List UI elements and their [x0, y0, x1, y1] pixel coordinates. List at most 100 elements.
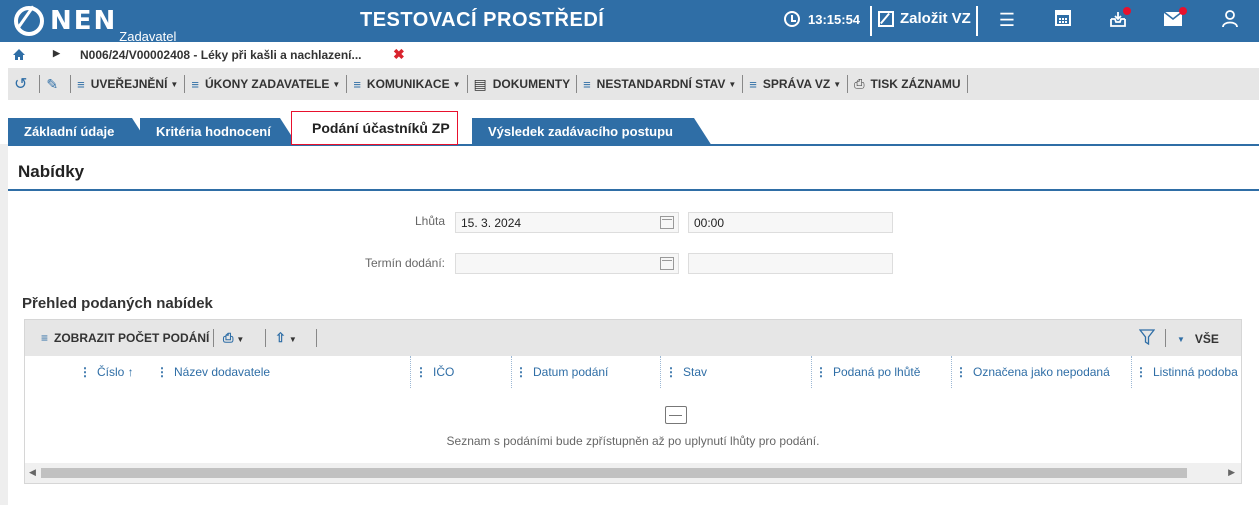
- column-header-status[interactable]: ⋮ Stav: [665, 365, 707, 379]
- tab-result[interactable]: Výsledek zadávacího postupu: [472, 118, 712, 146]
- toolbar-manage-vz-label: SPRÁVA VZ: [762, 77, 831, 91]
- column-divider[interactable]: [811, 356, 812, 388]
- document-icon: ▤: [473, 75, 487, 92]
- toolbar-nonstandard[interactable]: ≡ NESTANDARDNÍ STAV ▼: [577, 68, 742, 100]
- column-header-label: IČO: [433, 365, 455, 379]
- refresh-icon: ↺: [14, 76, 28, 93]
- delivery-label: Termín dodání:: [364, 256, 445, 270]
- column-header-ico[interactable]: ⋮ IČO: [415, 365, 454, 379]
- toolbar-actions[interactable]: ≡ ÚKONY ZADAVATELE ▼: [185, 68, 346, 100]
- toolbar-print-label: TISK ZÁZNAMU: [870, 77, 961, 91]
- list-icon: ≡: [77, 76, 85, 92]
- toolbar-actions-label: ÚKONY ZADAVATELE: [204, 77, 330, 91]
- deadline-date-value: 15. 3. 2024: [461, 216, 522, 230]
- clock-icon: [784, 11, 800, 27]
- pencil-icon: ✎: [46, 75, 59, 92]
- clock-time: 13:15:54: [808, 11, 861, 27]
- deadline-label: Lhůta: [414, 214, 445, 228]
- upload-icon: ⇧: [275, 330, 286, 345]
- header-divider: [976, 6, 978, 36]
- column-header-number[interactable]: ⋮ Číslo ↑: [79, 365, 134, 379]
- scroll-right-icon[interactable]: ▶: [1228, 467, 1235, 478]
- breadcrumb-current[interactable]: N006/24/V00002408 - Léky při kašli a nac…: [80, 48, 362, 62]
- submissions-grid: ≡ ZOBRAZIT POČET PODÁNÍ ⎙ ▼ ⇧ ▼ ▼ VŠE ⋮ Čís…: [24, 319, 1242, 484]
- column-header-date[interactable]: ⋮ Datum podání: [515, 365, 608, 379]
- column-divider[interactable]: [511, 356, 512, 388]
- tab-participant-submissions[interactable]: Podání účastníků ZP: [291, 111, 458, 145]
- close-icon[interactable]: ✖: [393, 46, 405, 63]
- column-header-label: Datum podání: [533, 365, 609, 379]
- notification-badge: [1123, 7, 1131, 15]
- caret-down-icon: ▼: [728, 79, 737, 89]
- notification-badge: [1179, 7, 1187, 15]
- list-icon: ≡: [41, 331, 49, 345]
- share-menu-button[interactable]: ⇧ ▼: [275, 330, 297, 346]
- mail-icon[interactable]: [1163, 7, 1187, 30]
- column-header-late[interactable]: ⋮ Podaná po lhůtě: [815, 365, 920, 379]
- top-bar: NEN Zadavatel TESTOVACÍ PROSTŘEDÍ 13:15:…: [0, 0, 1259, 44]
- home-icon[interactable]: [13, 49, 25, 60]
- deadline-date-field[interactable]: 15. 3. 2024: [455, 212, 679, 233]
- caret-down-icon: ▼: [288, 335, 297, 344]
- delivery-date-field[interactable]: [455, 253, 679, 274]
- user-icon[interactable]: [1220, 10, 1240, 30]
- show-count-button[interactable]: ≡ ZOBRAZIT POČET PODÁNÍ: [41, 331, 209, 345]
- column-divider[interactable]: [660, 356, 661, 388]
- tab-evaluation-criteria[interactable]: Kritéria hodnocení: [140, 118, 298, 146]
- menu-icon[interactable]: ☰: [997, 10, 1017, 30]
- toolbar-print[interactable]: ⎙ TISK ZÁZNAMU: [848, 68, 966, 100]
- refresh-button[interactable]: ↺: [8, 68, 39, 100]
- toolbar-communication[interactable]: ≡ KOMUNIKACE ▼: [347, 68, 466, 100]
- deadline-time-value: 00:00: [694, 216, 725, 230]
- deadline-time-field[interactable]: 00:00: [688, 212, 893, 233]
- column-divider[interactable]: [951, 356, 952, 388]
- column-header-paper-form[interactable]: ⋮ Listinná podoba: [1135, 365, 1241, 379]
- toolbar-communication-label: KOMUNIKACE: [366, 77, 450, 91]
- toolbar-separator: [213, 329, 214, 347]
- tab-bar: Základní údaje Kritéria hodnocení Výsled…: [8, 110, 1259, 146]
- export-menu-button[interactable]: ⎙ ▼: [223, 330, 244, 346]
- toolbar-separator: [316, 329, 317, 347]
- column-header-label: Stav: [683, 365, 708, 379]
- caret-down-icon: ▼: [452, 79, 461, 89]
- nen-logo[interactable]: NEN Zadavatel: [14, 6, 176, 44]
- list-icon: ≡: [353, 76, 361, 92]
- delivery-time-field[interactable]: [688, 253, 893, 274]
- toolbar-manage-vz[interactable]: ≡ SPRÁVA VZ ▼: [743, 68, 847, 100]
- calendar-icon[interactable]: [660, 216, 674, 229]
- filter-select-value: VŠE: [1194, 332, 1219, 346]
- column-divider[interactable]: [410, 356, 411, 388]
- toolbar-separator: [265, 329, 266, 347]
- filter-icon[interactable]: [1138, 329, 1156, 348]
- column-header-label: Podaná po lhůtě: [833, 365, 921, 379]
- scrollbar-thumb[interactable]: [41, 468, 1187, 478]
- grid-header-row: ⋮ Číslo ↑ ⋮ Název dodavatele ⋮ IČO ⋮ Datum p…: [25, 356, 1241, 388]
- calculator-icon[interactable]: [1053, 10, 1073, 30]
- toolbar-publish-label: UVEŘEJNĚNÍ: [90, 77, 168, 91]
- tab-basic-info[interactable]: Základní údaje: [8, 118, 150, 146]
- toolbar-documents[interactable]: ▤ DOKUMENTY: [468, 68, 577, 100]
- breadcrumb: ▶ N006/24/V00002408 - Léky při kašli a n…: [0, 42, 1259, 68]
- toolbar-publish[interactable]: ≡ UVEŘEJNĚNÍ ▼: [71, 68, 184, 100]
- empty-tray-icon: [665, 406, 687, 424]
- column-divider[interactable]: [1131, 356, 1132, 388]
- scroll-left-icon[interactable]: ◀: [29, 467, 36, 478]
- inbox-icon[interactable]: [1108, 7, 1131, 30]
- toolbar-separator: [1165, 329, 1166, 347]
- calendar-icon[interactable]: [660, 257, 674, 270]
- edit-button[interactable]: ✎: [40, 68, 70, 100]
- column-header-label: Listinná podoba: [1153, 365, 1238, 379]
- filter-select[interactable]: ▼ VŠE: [1177, 332, 1219, 346]
- column-header-supplier[interactable]: ⋮ Název dodavatele: [156, 365, 270, 379]
- column-header-marked-unsubmitted[interactable]: ⋮ Označena jako nepodaná: [955, 365, 1110, 379]
- column-header-label: Označena jako nepodaná: [973, 365, 1110, 379]
- print-icon: ⎙: [223, 330, 234, 345]
- toolbar-documents-label: DOKUMENTY: [492, 77, 571, 91]
- horizontal-scrollbar[interactable]: ◀ ▶: [25, 463, 1241, 483]
- list-icon: ≡: [583, 76, 591, 92]
- column-header-label: Název dodavatele: [174, 365, 271, 379]
- submissions-overview-title: Přehled podaných nabídek: [22, 295, 213, 312]
- print-icon: ⎙: [854, 76, 865, 91]
- create-vz-label: Založit VZ: [900, 10, 971, 27]
- create-vz-button[interactable]: Založit VZ: [878, 10, 971, 27]
